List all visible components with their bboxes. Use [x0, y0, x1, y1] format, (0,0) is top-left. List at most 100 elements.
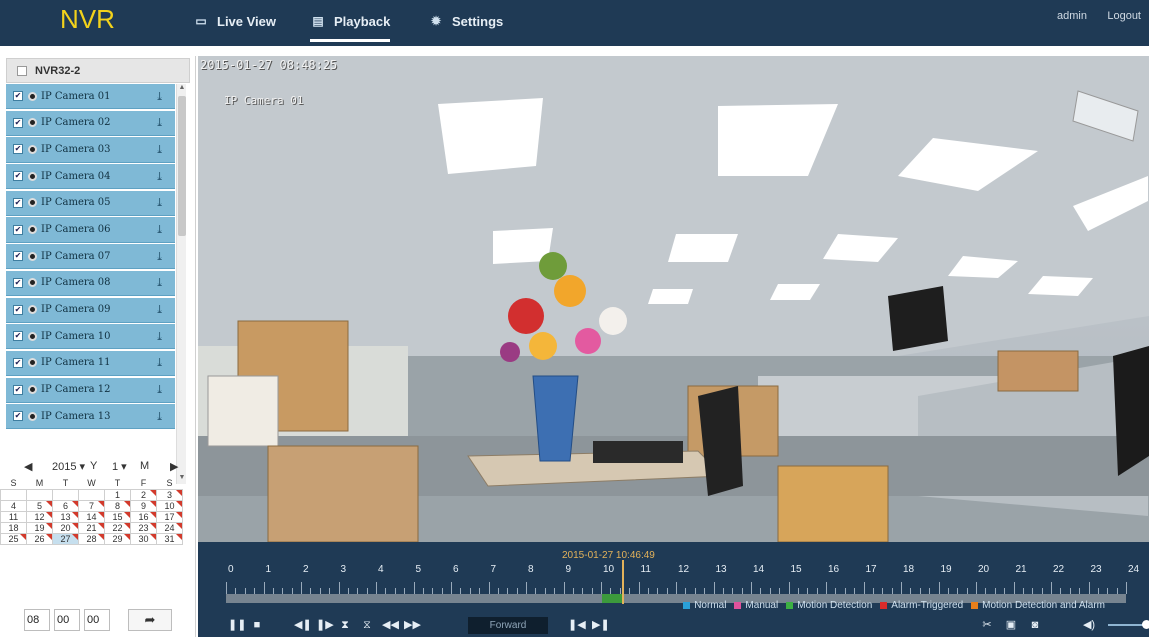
camera-checkbox[interactable]: ✔: [13, 224, 23, 235]
calendar-day[interactable]: 25: [0, 532, 27, 545]
slow-button[interactable]: ⧗: [338, 618, 352, 632]
camera-list-item[interactable]: ✔ IP Camera 06 ⤓: [6, 217, 175, 243]
calendar-day[interactable]: 3: [156, 488, 183, 501]
tab-settings[interactable]: ✹ Settings: [428, 14, 503, 42]
month-select[interactable]: 1 ▾: [112, 460, 127, 473]
scroll-thumb[interactable]: [178, 96, 186, 236]
calendar-day[interactable]: 30: [130, 532, 157, 545]
camera-list-item[interactable]: ✔ IP Camera 12 ⤓: [6, 377, 175, 403]
camera-checkbox[interactable]: ✔: [13, 171, 23, 182]
calendar-day[interactable]: 26: [26, 532, 53, 545]
calendar-day[interactable]: 7: [78, 499, 105, 512]
video-player[interactable]: 2015-01-27 08:48:25 IP Camera 01: [198, 56, 1149, 542]
stop-button[interactable]: ■: [250, 618, 264, 632]
calendar-day[interactable]: 27: [52, 532, 79, 545]
camera-list-item[interactable]: ✔ IP Camera 01 ⤓: [6, 84, 175, 110]
download-icon[interactable]: ⤓: [155, 276, 175, 289]
year-select[interactable]: 2015 ▾: [52, 460, 85, 473]
camera-checkbox[interactable]: ✔: [13, 411, 23, 422]
camera-list-item[interactable]: ✔ IP Camera 08 ⤓: [6, 270, 175, 296]
camera-checkbox[interactable]: ✔: [13, 251, 23, 262]
fast-button[interactable]: ⧖: [360, 618, 374, 632]
calendar-day[interactable]: 21: [78, 521, 105, 534]
calendar-day[interactable]: 12: [26, 510, 53, 523]
calendar-day[interactable]: 4: [0, 499, 27, 512]
prev-month-icon[interactable]: ◀: [24, 460, 32, 473]
calendar-day[interactable]: 29: [104, 532, 131, 545]
download-icon[interactable]: ⤓: [155, 116, 175, 129]
calendar-day[interactable]: 10: [156, 499, 183, 512]
download-icon[interactable]: ⤓: [155, 90, 175, 103]
calendar-day[interactable]: 18: [0, 521, 27, 534]
camera-checkbox[interactable]: ✔: [13, 197, 23, 208]
camera-checkbox[interactable]: ✔: [13, 304, 23, 315]
volume-icon[interactable]: ◀): [1082, 618, 1096, 632]
camera-checkbox[interactable]: ✔: [13, 331, 23, 342]
camera-checkbox[interactable]: ✔: [13, 91, 23, 102]
camera-list-scrollbar[interactable]: ▲ ▼: [176, 84, 186, 484]
calendar-day[interactable]: 19: [26, 521, 53, 534]
device-header[interactable]: NVR32-2: [6, 58, 190, 83]
camera-checkbox[interactable]: ✔: [13, 277, 23, 288]
previous-segment-button[interactable]: ❚◀: [568, 618, 586, 632]
timeline-cursor[interactable]: [622, 560, 624, 604]
next-month-icon[interactable]: ▶: [170, 460, 178, 473]
go-to-time-button[interactable]: ➦: [128, 609, 172, 631]
download-icon[interactable]: ⤓: [155, 356, 175, 369]
download-icon[interactable]: ⤓: [155, 410, 175, 423]
camera-list-item[interactable]: ✔ IP Camera 13 ⤓: [6, 404, 175, 430]
calendar-day[interactable]: 6: [52, 499, 79, 512]
fast-forward-button[interactable]: ▶▶: [404, 618, 421, 632]
camera-checkbox[interactable]: ✔: [13, 117, 23, 128]
calendar-day[interactable]: 23: [130, 521, 157, 534]
download-icon[interactable]: ⤓: [155, 303, 175, 316]
download-icon[interactable]: ⤓: [155, 383, 175, 396]
download-icon[interactable]: ⤓: [155, 196, 175, 209]
snapshot-camera-icon[interactable]: ◙: [1028, 618, 1042, 632]
minute-field[interactable]: 00: [54, 609, 80, 631]
hour-field[interactable]: 08: [24, 609, 50, 631]
download-icon[interactable]: ⤓: [155, 223, 175, 236]
calendar-day[interactable]: 15: [104, 510, 131, 523]
calendar-day[interactable]: 2: [130, 488, 157, 501]
volume-slider-knob[interactable]: [1142, 620, 1149, 629]
camera-list-item[interactable]: ✔ IP Camera 02 ⤓: [6, 110, 175, 136]
calendar-day[interactable]: 17: [156, 510, 183, 523]
step-forward-button[interactable]: ❚▶: [316, 618, 334, 632]
timeline[interactable]: 2015-01-27 10:46:49 0 1 2 3 4 5 6 7 8 9 10 11 12 13 14…: [198, 542, 1149, 614]
camera-list-item[interactable]: ✔ IP Camera 05 ⤓: [6, 190, 175, 216]
camera-list-item[interactable]: ✔ IP Camera 04 ⤓: [6, 164, 175, 190]
calendar-day[interactable]: 13: [52, 510, 79, 523]
camera-checkbox[interactable]: ✔: [13, 384, 23, 395]
calendar-day[interactable]: 22: [104, 521, 131, 534]
scroll-up-icon[interactable]: ▲: [178, 84, 186, 94]
device-checkbox[interactable]: [17, 65, 27, 76]
camera-list-item[interactable]: ✔ IP Camera 09 ⤓: [6, 297, 175, 323]
calendar-day[interactable]: 8: [104, 499, 131, 512]
logout-link[interactable]: Logout: [1107, 10, 1141, 22]
calendar-day[interactable]: 1: [104, 488, 131, 501]
camera-list-item[interactable]: ✔ IP Camera 03 ⤓: [6, 137, 175, 163]
tab-live-view[interactable]: ▭ Live View: [193, 14, 276, 42]
calendar-day[interactable]: 20: [52, 521, 79, 534]
next-segment-button[interactable]: ▶❚: [592, 618, 610, 632]
calendar-day[interactable]: 11: [0, 510, 27, 523]
save-icon[interactable]: ▣: [1004, 618, 1018, 632]
camera-checkbox[interactable]: ✔: [13, 144, 23, 155]
camera-checkbox[interactable]: ✔: [13, 357, 23, 368]
pause-button[interactable]: ❚❚: [228, 618, 246, 632]
calendar-day[interactable]: 5: [26, 499, 53, 512]
calendar-day[interactable]: 28: [78, 532, 105, 545]
calendar-day[interactable]: 9: [130, 499, 157, 512]
calendar-day[interactable]: 16: [130, 510, 157, 523]
rewind-button[interactable]: ◀◀: [382, 618, 399, 632]
step-back-button[interactable]: ◀❚: [294, 618, 312, 632]
download-icon[interactable]: ⤓: [155, 170, 175, 183]
second-field[interactable]: 00: [84, 609, 110, 631]
camera-list-item[interactable]: ✔ IP Camera 11 ⤓: [6, 350, 175, 377]
calendar-day[interactable]: 31: [156, 532, 183, 545]
camera-list-item[interactable]: ✔ IP Camera 10 ⤓: [6, 324, 175, 350]
clip-icon[interactable]: ✂: [980, 618, 994, 632]
download-icon[interactable]: ⤓: [155, 143, 175, 156]
calendar-day[interactable]: 24: [156, 521, 183, 534]
